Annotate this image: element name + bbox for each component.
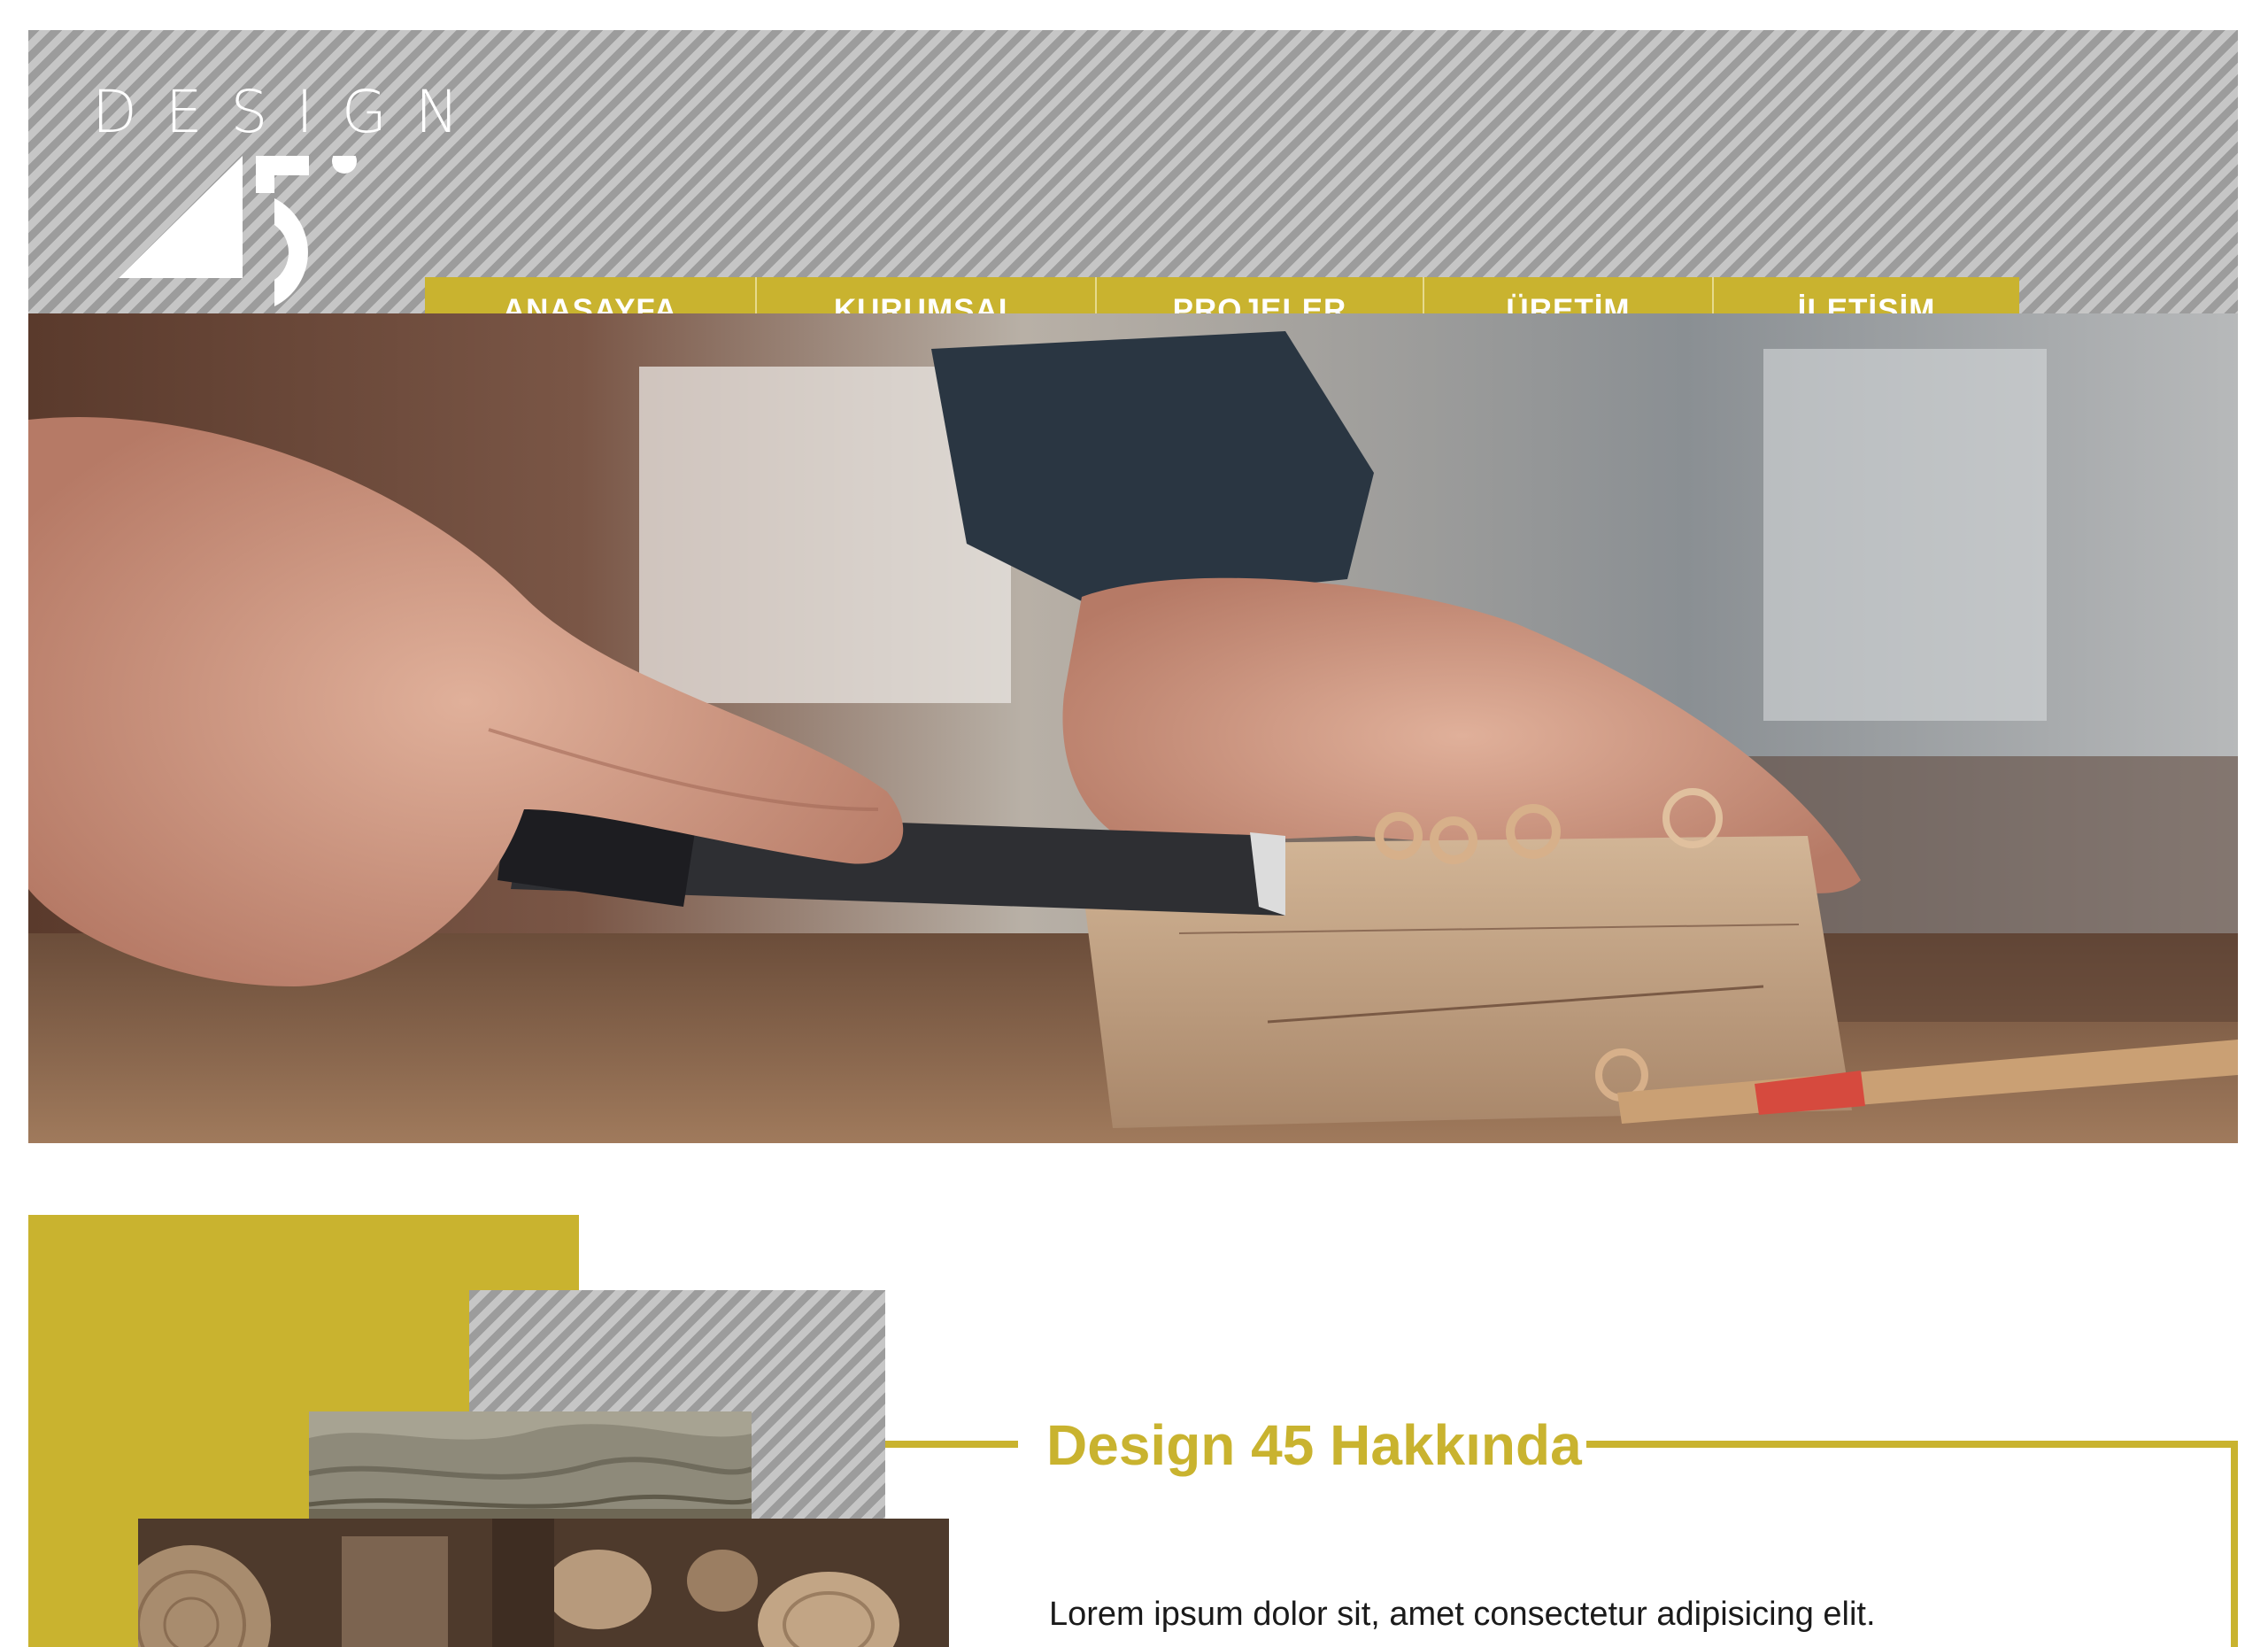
logo-45-mark-icon [119, 156, 357, 306]
title-rule-left [885, 1441, 1018, 1448]
stacked-logs-photo [138, 1519, 949, 1647]
carpenter-photo [28, 313, 2238, 1143]
about-text: Lorem ipsum dolor sit, amet consectetur … [1049, 1596, 1876, 1633]
hero-image [28, 313, 2238, 1143]
logo[interactable]: DESIGN [92, 83, 459, 322]
logo-wordmark: DESIGN [92, 78, 488, 146]
title-rule-vertical [2231, 1441, 2238, 1647]
about-collage [28, 1215, 949, 1647]
header-banner: DESIGN [28, 30, 2238, 313]
title-rule-right [1586, 1441, 2238, 1448]
wood-bark-photo [309, 1411, 752, 1527]
about-title: Design 45 Hakkında [1046, 1413, 1582, 1477]
